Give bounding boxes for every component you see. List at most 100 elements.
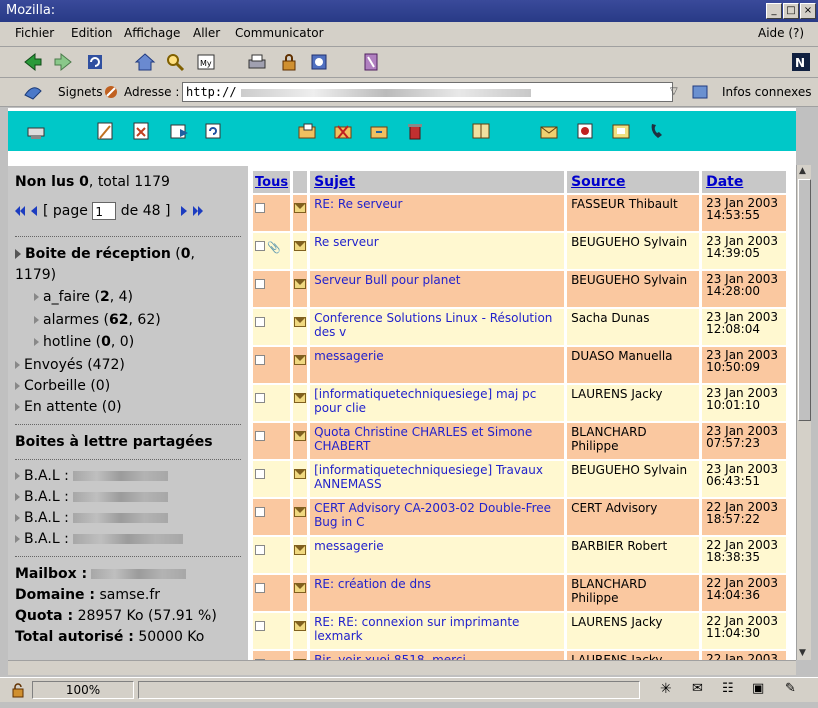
select-checkbox[interactable] xyxy=(255,583,265,593)
preferences-icon[interactable] xyxy=(610,120,632,142)
table-row[interactable]: RE: Re serveur FASSEUR Thibault 23 Jan 200… xyxy=(253,195,787,231)
select-checkbox[interactable] xyxy=(255,507,265,517)
subject-link[interactable]: Quota Christine CHARLES et Simone CHABER… xyxy=(314,425,532,453)
folder-inbox[interactable]: Boite de réception (0, xyxy=(15,246,195,262)
subject-link[interactable]: Bjr, voir xuoi 8518, merci xyxy=(314,653,466,660)
shop-icon[interactable] xyxy=(308,51,330,73)
folder-sent[interactable]: Envoyés (472) xyxy=(15,357,125,373)
reload-icon[interactable] xyxy=(84,51,106,73)
subject-link[interactable]: [informatiquetechniquesiege] Travaux ANN… xyxy=(314,463,543,491)
close-button[interactable]: × xyxy=(800,3,816,19)
scroll-thumb[interactable] xyxy=(798,179,811,421)
select-checkbox[interactable] xyxy=(255,203,265,213)
search-icon[interactable] xyxy=(164,51,186,73)
related-icon[interactable] xyxy=(690,81,712,103)
subject-link[interactable]: RE: RE: connexion sur imprimante lexmark xyxy=(314,615,519,643)
netscape-icon[interactable]: My xyxy=(195,51,217,73)
filter-icon[interactable] xyxy=(574,120,596,142)
table-row[interactable]: Quota Christine CHARLES et Simone CHABER… xyxy=(253,423,787,459)
select-checkbox[interactable] xyxy=(255,621,265,631)
table-row[interactable]: Serveur Bull pour planet BEUGUEHO Sylvain… xyxy=(253,271,787,307)
folder-trash[interactable]: Corbeille (0) xyxy=(15,378,110,394)
folder-move-icon[interactable] xyxy=(368,120,390,142)
folder-delete-icon[interactable] xyxy=(332,120,354,142)
horizontal-scrollbar[interactable] xyxy=(8,660,796,675)
shared-mailbox-item[interactable]: B.A.L : xyxy=(15,531,183,547)
col-date[interactable]: Date xyxy=(702,171,787,193)
mail-send-icon[interactable] xyxy=(538,120,560,142)
table-row[interactable]: messagerie BARBIER Robert 22 Jan 2003 18:38… xyxy=(253,537,787,573)
menu-help[interactable]: Aide (?) xyxy=(758,26,804,40)
folder-hotline[interactable]: hotline (0, 0) xyxy=(34,334,134,350)
lock-icon[interactable] xyxy=(10,682,26,698)
forward-mail-icon[interactable] xyxy=(168,120,190,142)
menu-fichier[interactable]: Fichier xyxy=(15,26,54,40)
menu-aller[interactable]: Aller xyxy=(193,26,220,40)
mail-icon[interactable]: ✉ xyxy=(692,681,703,696)
composer-icon[interactable]: ✎ xyxy=(785,681,796,696)
folder-a-faire[interactable]: a_faire (2, 4) xyxy=(34,289,133,305)
expand-icon[interactable] xyxy=(15,249,21,259)
page-input[interactable]: 1 xyxy=(92,202,117,220)
reply-icon[interactable] xyxy=(130,120,152,142)
print-icon[interactable] xyxy=(246,51,268,73)
minimize-button[interactable]: _ xyxy=(766,3,782,19)
table-row[interactable]: [informatiquetechniquesiege] Travaux ANN… xyxy=(253,461,787,497)
url-dropdown-icon[interactable]: ▽ xyxy=(670,86,678,97)
col-subject[interactable]: Sujet xyxy=(310,171,565,193)
subject-link[interactable]: RE: Re serveur xyxy=(314,197,402,211)
maximize-button[interactable]: □ xyxy=(783,3,799,19)
subject-link[interactable]: [informatiquetechniquesiege] maj pc pour… xyxy=(314,387,536,415)
back-icon[interactable] xyxy=(22,51,44,73)
col-source[interactable]: Source xyxy=(567,171,700,193)
select-checkbox[interactable] xyxy=(255,317,265,327)
col-all[interactable]: Tous xyxy=(253,171,291,193)
subject-link[interactable]: Re serveur xyxy=(314,235,379,249)
security-icon[interactable] xyxy=(278,51,300,73)
shared-mailbox-item[interactable]: B.A.L : xyxy=(15,489,168,505)
forward-icon[interactable] xyxy=(52,51,74,73)
select-checkbox[interactable] xyxy=(255,355,265,365)
scroll-down-icon[interactable]: ▼ xyxy=(799,648,806,658)
addressbook-status-icon[interactable]: ▣ xyxy=(752,681,764,696)
scroll-up-icon[interactable]: ▲ xyxy=(799,166,806,176)
subject-link[interactable]: Serveur Bull pour planet xyxy=(314,273,460,287)
bookmarks-label[interactable]: Signets xyxy=(58,85,103,99)
home-icon[interactable] xyxy=(134,51,156,73)
trash-icon[interactable] xyxy=(404,120,426,142)
next-page-icon[interactable] xyxy=(180,206,187,216)
menu-communicator[interactable]: Communicator xyxy=(235,26,324,40)
select-checkbox[interactable] xyxy=(255,469,265,479)
menu-edition[interactable]: Edition xyxy=(71,26,113,40)
table-row[interactable]: messagerie DUASO Manuella 23 Jan 2003 10:50… xyxy=(253,347,787,383)
table-row[interactable]: RE: création de dns BLANCHARD Philippe 22 … xyxy=(253,575,787,611)
table-row[interactable]: RE: RE: connexion sur imprimante lexmark… xyxy=(253,613,787,649)
select-checkbox[interactable] xyxy=(255,431,265,441)
addressbook-icon[interactable] xyxy=(470,120,492,142)
select-checkbox[interactable] xyxy=(255,393,265,403)
logout-icon[interactable] xyxy=(25,120,47,142)
subject-link[interactable]: CERT Advisory CA-2003-02 Double-Free Bug… xyxy=(314,501,551,529)
select-checkbox[interactable] xyxy=(255,279,265,289)
table-row[interactable]: Conference Solutions Linux - Résolution … xyxy=(253,309,787,345)
folder-open-icon[interactable] xyxy=(296,120,318,142)
vertical-scrollbar[interactable]: ▲ ▼ xyxy=(796,165,811,660)
stop-icon[interactable] xyxy=(360,51,382,73)
folder-alarmes[interactable]: alarmes (62, 62) xyxy=(34,312,161,328)
select-checkbox[interactable] xyxy=(255,241,265,251)
phone-icon[interactable] xyxy=(646,120,668,142)
subject-link[interactable]: Conference Solutions Linux - Résolution … xyxy=(314,311,552,339)
compose-icon[interactable] xyxy=(94,120,116,142)
table-row[interactable]: Bjr, voir xuoi 8518, merci LAURENS Jacky 2… xyxy=(253,651,787,660)
bookmarks-icon[interactable] xyxy=(22,81,44,103)
related-label[interactable]: Infos connexes xyxy=(722,85,811,99)
subject-link[interactable]: messagerie xyxy=(314,349,384,363)
table-row[interactable]: 📎 Re serveur BEUGUEHO Sylvain 23 Jan 2003 14… xyxy=(253,233,787,269)
prev-page-icon[interactable] xyxy=(31,206,37,216)
select-checkbox[interactable] xyxy=(255,545,265,555)
url-field[interactable]: http:// xyxy=(182,82,673,102)
table-row[interactable]: CERT Advisory CA-2003-02 Double-Free Bug… xyxy=(253,499,787,535)
shared-mailbox-item[interactable]: B.A.L : xyxy=(15,510,168,526)
subject-link[interactable]: messagerie xyxy=(314,539,384,553)
shared-mailbox-item[interactable]: B.A.L : xyxy=(15,468,168,484)
